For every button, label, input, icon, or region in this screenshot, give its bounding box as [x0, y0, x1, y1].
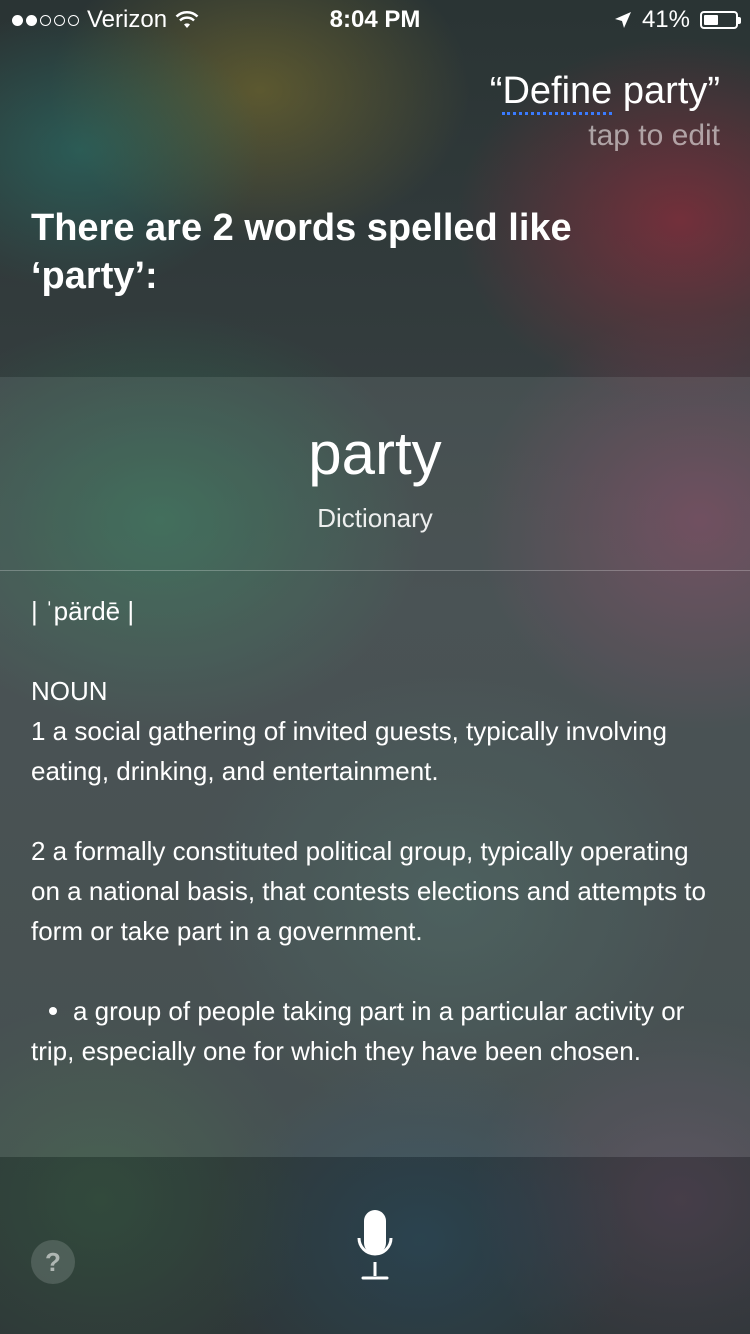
location-arrow-icon	[614, 12, 631, 28]
pronunciation: | ˈpärdē |	[31, 596, 135, 626]
battery-icon	[700, 11, 741, 29]
tap-to-edit-hint[interactable]: tap to edit	[490, 119, 720, 153]
sub-definition-text: a group of people taking part in a parti…	[31, 996, 685, 1066]
bullet-icon	[49, 1006, 57, 1015]
sub-definition-item: a group of people taking part in a parti…	[31, 991, 719, 1071]
query-misspelling-underline[interactable]: Define	[502, 70, 613, 115]
siri-query[interactable]: “Define party” tap to edit	[490, 70, 720, 153]
microphone-icon[interactable]	[356, 1208, 394, 1284]
entry-word: party	[308, 420, 442, 487]
part-of-speech: NOUN	[31, 676, 108, 706]
definition-item: 2 a formally constituted political group…	[31, 836, 706, 946]
definition-item: 1 a social gathering of invited guests, …	[31, 716, 667, 786]
card-header[interactable]: party Dictionary	[0, 377, 750, 571]
siri-response-title: There are 2 words spelled like ‘party’:	[31, 207, 572, 297]
battery-percentage: 41%	[641, 6, 690, 33]
entry-source: Dictionary	[317, 503, 433, 533]
dictionary-card[interactable]: party Dictionary | ˈpärdē | NOUN 1 a soc…	[0, 377, 750, 1157]
query-text[interactable]: “Define party”	[490, 70, 720, 115]
card-body: | ˈpärdē | NOUN 1 a social gathering of …	[0, 571, 750, 1071]
status-bar: Verizon 8:04 PM 41%	[0, 0, 750, 40]
help-icon[interactable]: ?	[31, 1240, 75, 1284]
